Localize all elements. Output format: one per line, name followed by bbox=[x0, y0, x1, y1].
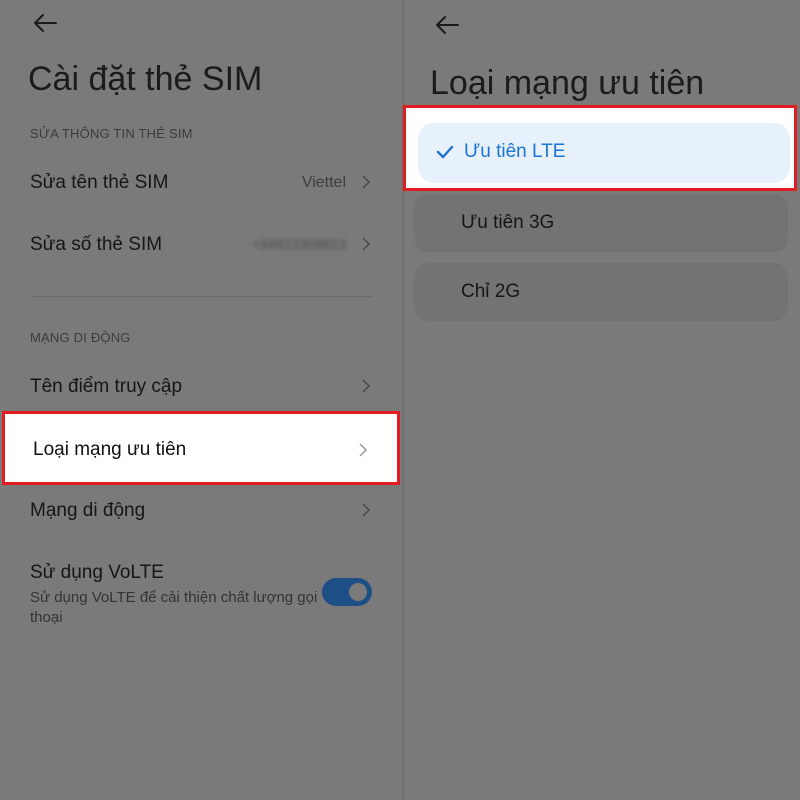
row-label: Tên điểm truy cập bbox=[30, 376, 183, 397]
chevron-right-icon bbox=[359, 443, 368, 457]
section-header-mobile-network: MẠNG DI ĐỘNG bbox=[30, 330, 131, 345]
edit-sim-name-row[interactable]: Sửa tên thẻ SIM Viettel bbox=[0, 154, 402, 210]
row-label: Loại mạng ưu tiên bbox=[33, 439, 187, 460]
sim-settings-screen: Cài đặt thẻ SIM SỬA THÔNG TIN THẺ SIM Sử… bbox=[0, 0, 402, 800]
row-label: Mạng di động bbox=[30, 500, 146, 521]
divider bbox=[30, 296, 372, 297]
row-label: Sửa tên thẻ SIM bbox=[30, 172, 169, 193]
volte-title: Sử dụng VoLTE bbox=[30, 562, 164, 583]
chevron-right-icon bbox=[362, 237, 371, 251]
preferred-network-type-row[interactable]: Loại mạng ưu tiên bbox=[2, 411, 400, 485]
page-title: Cài đặt thẻ SIM bbox=[28, 60, 263, 98]
mobile-network-row[interactable]: Mạng di động bbox=[0, 482, 402, 538]
option-highlight-frame: Ưu tiên LTE bbox=[403, 105, 797, 191]
edit-sim-number-row[interactable]: Sửa số thẻ SIM +84913308813 bbox=[0, 216, 402, 272]
row-label: Sửa số thẻ SIM bbox=[30, 234, 163, 255]
option-3g-preferred[interactable]: Ưu tiên 3G bbox=[414, 194, 788, 252]
toggle-knob bbox=[349, 583, 367, 601]
chevron-right-icon bbox=[362, 503, 371, 517]
check-icon bbox=[436, 145, 454, 159]
page-title: Loại mạng ưu tiên bbox=[430, 64, 705, 102]
option-label: Ưu tiên LTE bbox=[464, 141, 566, 162]
section-header-edit-sim: SỬA THÔNG TIN THẺ SIM bbox=[30, 126, 193, 141]
option-2g-only[interactable]: Chỉ 2G bbox=[414, 263, 788, 321]
chevron-right-icon bbox=[362, 379, 371, 393]
chevron-right-icon bbox=[362, 175, 371, 189]
back-arrow-icon[interactable] bbox=[434, 14, 460, 36]
back-arrow-icon[interactable] bbox=[32, 12, 58, 34]
option-lte-preferred[interactable]: Ưu tiên LTE bbox=[418, 123, 790, 183]
option-label: Ưu tiên 3G bbox=[461, 212, 555, 233]
sim-number-value: +84913308813 bbox=[252, 236, 346, 252]
option-label: Chỉ 2G bbox=[461, 281, 521, 302]
access-point-names-row[interactable]: Tên điểm truy cập bbox=[0, 358, 402, 414]
volte-toggle[interactable] bbox=[322, 578, 372, 606]
volte-description: Sử dụng VoLTE để cải thiện chất lượng gọ… bbox=[30, 589, 318, 626]
sim-name-value: Viettel bbox=[301, 174, 346, 191]
